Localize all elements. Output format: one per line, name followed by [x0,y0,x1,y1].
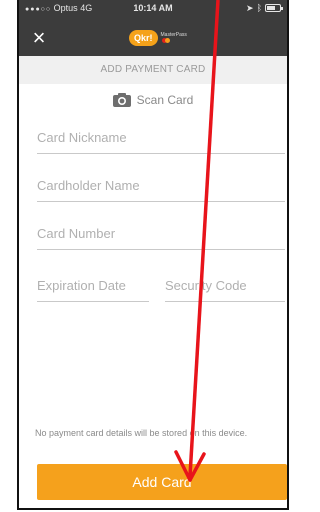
add-card-button[interactable]: Add Card [37,464,287,500]
disclaimer-text: No payment card details will be stored o… [35,428,248,438]
expiration-date-field[interactable]: Expiration Date [37,270,149,302]
close-icon[interactable]: × [29,27,49,49]
app-bar: ●●●○○ Optus 4G 10:14 AM ➤ ᛒ × Qkr! Maste… [19,0,287,56]
page-title: ADD PAYMENT CARD [19,56,287,84]
phone-screen: ●●●○○ Optus 4G 10:14 AM ➤ ᛒ × Qkr! Maste… [17,0,289,510]
scan-card-label: Scan Card [136,93,194,107]
scan-card-button[interactable]: Scan Card [19,88,287,112]
location-icon: ➤ [246,3,254,13]
status-icons: ➤ ᛒ [246,0,283,16]
status-bar: ●●●○○ Optus 4G 10:14 AM ➤ ᛒ [19,0,287,16]
app-logo: Qkr! MasterPass [129,30,187,46]
cardholder-name-field[interactable]: Cardholder Name [37,170,285,202]
security-code-field[interactable]: Security Code [165,270,285,302]
camera-icon [112,93,131,107]
logo-mark: Qkr! [129,30,158,46]
battery-icon [265,4,283,12]
card-number-field[interactable]: Card Number [37,218,285,250]
bluetooth-icon: ᛒ [256,3,262,13]
card-nickname-field[interactable]: Card Nickname [37,122,285,154]
logo-subtitle: MasterPass [161,32,187,45]
